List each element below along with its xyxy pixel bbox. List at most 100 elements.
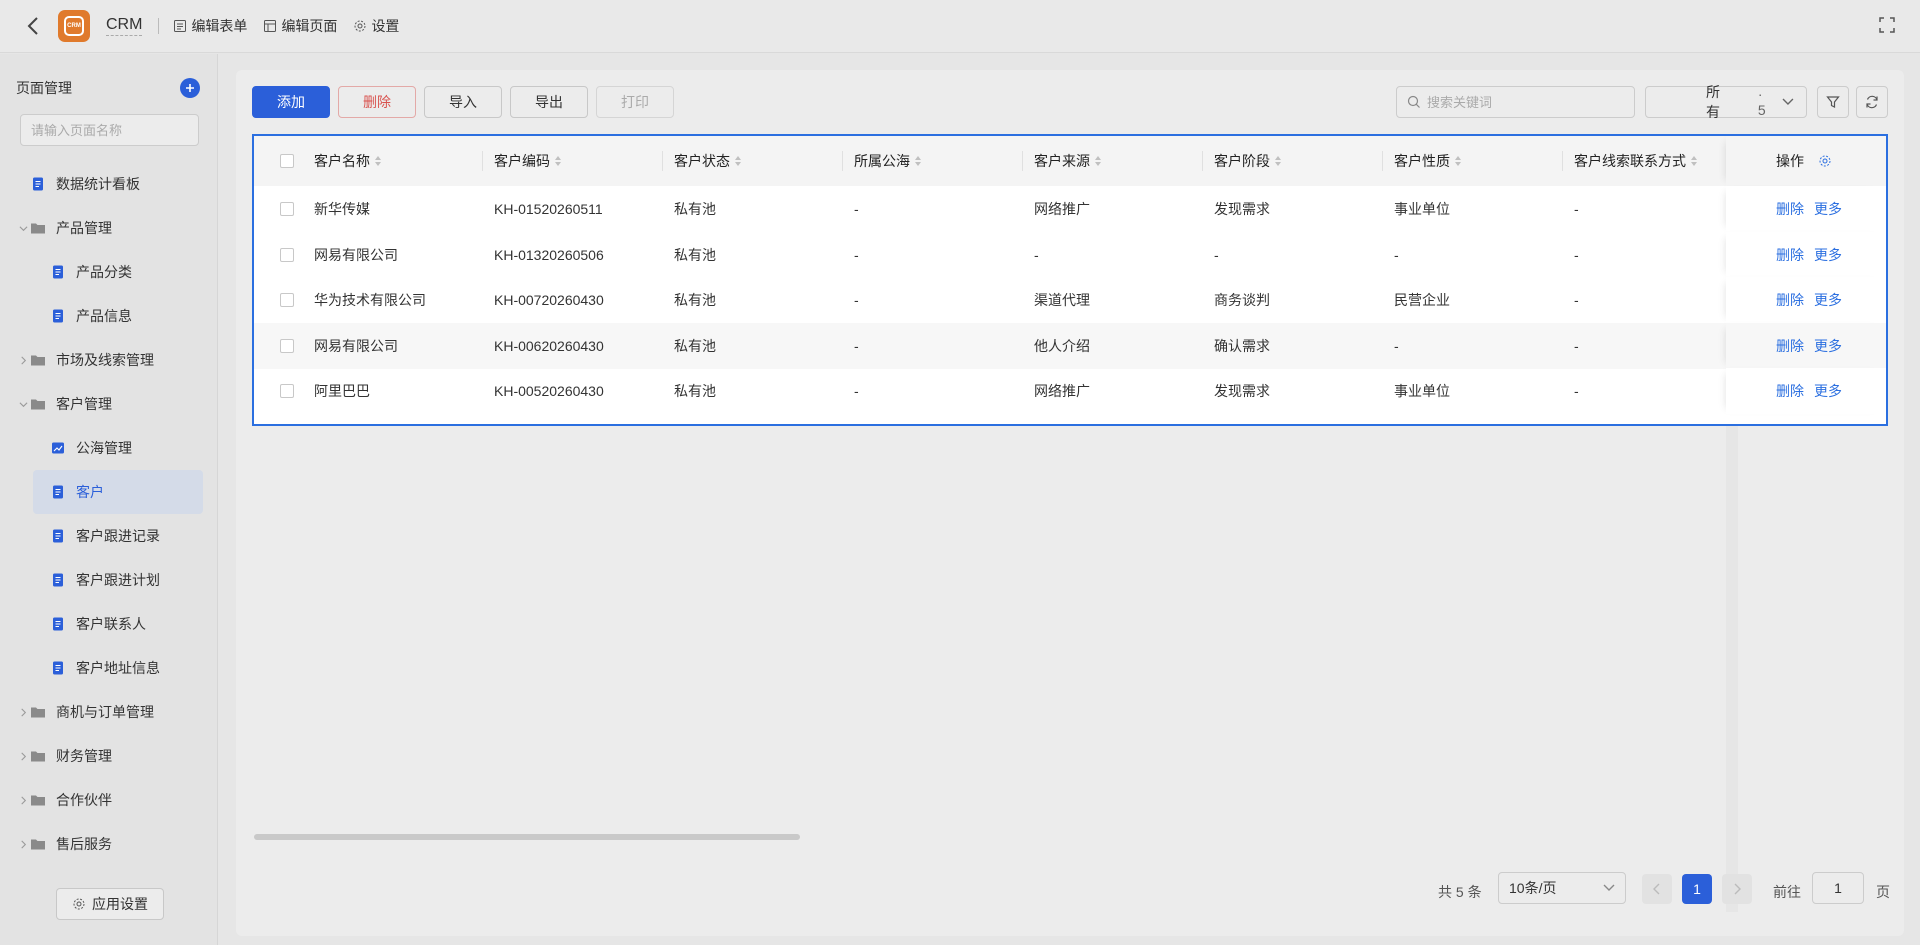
caret-right-icon[interactable] bbox=[18, 355, 28, 365]
page-search-input[interactable] bbox=[31, 122, 207, 138]
row-checkbox[interactable] bbox=[280, 202, 294, 216]
sidebar-folder[interactable]: 市场及线索管理 bbox=[0, 338, 218, 382]
sort-icon[interactable] bbox=[375, 156, 381, 166]
row-more-link[interactable]: 更多 bbox=[1814, 199, 1842, 219]
sidebar-folder[interactable]: 售后服务 bbox=[0, 822, 218, 866]
row-more-link[interactable]: 更多 bbox=[1814, 290, 1842, 310]
page-1-button[interactable]: 1 bbox=[1682, 874, 1712, 904]
back-button[interactable] bbox=[18, 11, 48, 41]
table-row[interactable]: 网易有限公司 KH-01320260506 私有池 - - - - - 删除 更多 bbox=[254, 231, 1886, 278]
sidebar-item[interactable]: 客户跟进计划 bbox=[0, 558, 218, 602]
goto-page-input[interactable] bbox=[1812, 872, 1864, 904]
app-name[interactable]: CRM bbox=[106, 16, 143, 36]
sidebar-item[interactable]: 客户地址信息 bbox=[0, 646, 218, 690]
row-checkbox[interactable] bbox=[280, 293, 294, 307]
table-row[interactable]: 新华传媒 KH-01520260511 私有池 - 网络推广 发现需求 事业单位 - 删除 更多 bbox=[254, 186, 1886, 232]
column-header[interactable]: 客户线索联系方式 bbox=[1574, 136, 1697, 186]
sort-icon[interactable] bbox=[555, 156, 561, 166]
column-header[interactable]: 客户名称 bbox=[314, 136, 381, 186]
caret-right-icon[interactable] bbox=[18, 795, 28, 805]
settings-link[interactable]: 设置 bbox=[353, 16, 399, 36]
row-delete-link[interactable]: 删除 bbox=[1776, 336, 1804, 356]
edit-page-link[interactable]: 编辑页面 bbox=[263, 16, 337, 36]
caret-down-icon[interactable] bbox=[18, 223, 28, 233]
column-header[interactable]: 客户性质 bbox=[1394, 136, 1461, 186]
print-button[interactable]: 打印 bbox=[596, 86, 674, 118]
caret-right-icon[interactable] bbox=[18, 751, 28, 761]
sidebar-item[interactable]: 客户 bbox=[33, 470, 203, 514]
app-settings-button[interactable]: 应用设置 bbox=[56, 888, 164, 920]
table-cell: 发现需求 bbox=[1214, 368, 1270, 414]
column-header[interactable]: 客户来源 bbox=[1034, 136, 1101, 186]
row-more-link[interactable]: 更多 bbox=[1814, 245, 1842, 265]
column-divider bbox=[1022, 151, 1023, 171]
caret-right-icon[interactable] bbox=[18, 707, 28, 717]
gear-icon[interactable] bbox=[1818, 154, 1832, 168]
caret-right-icon[interactable] bbox=[18, 839, 28, 849]
row-delete-link[interactable]: 删除 bbox=[1776, 381, 1804, 401]
sidebar-folder[interactable]: 财务管理 bbox=[0, 734, 218, 778]
column-header-label: 客户状态 bbox=[674, 153, 730, 169]
sidebar-folder[interactable]: 产品管理 bbox=[0, 206, 218, 250]
sidebar-item[interactable]: 公海管理 bbox=[0, 426, 218, 470]
edit-form-link[interactable]: 编辑表单 bbox=[173, 16, 247, 36]
row-delete-link[interactable]: 删除 bbox=[1776, 245, 1804, 265]
next-page-button[interactable] bbox=[1722, 874, 1752, 904]
scope-select[interactable]: 所有 · 5 bbox=[1645, 84, 1807, 120]
caret-down-icon[interactable] bbox=[18, 399, 28, 409]
table-cell: - bbox=[1034, 232, 1039, 278]
sort-icon[interactable] bbox=[1275, 156, 1281, 166]
sidebar-item[interactable]: 客户联系人 bbox=[0, 602, 218, 646]
table-cell: 事业单位 bbox=[1394, 186, 1450, 232]
select-all-checkbox[interactable] bbox=[280, 154, 294, 168]
row-delete-link[interactable]: 删除 bbox=[1776, 199, 1804, 219]
sidebar-item[interactable]: 产品分类 bbox=[0, 250, 218, 294]
sort-icon[interactable] bbox=[915, 156, 921, 166]
sidebar-item[interactable]: 客户跟进记录 bbox=[0, 514, 218, 558]
sort-icon[interactable] bbox=[1455, 156, 1461, 166]
keyword-search-box bbox=[1396, 86, 1635, 118]
column-header[interactable]: 客户状态 bbox=[674, 136, 741, 186]
sort-icon[interactable] bbox=[1691, 156, 1697, 166]
sort-icon[interactable] bbox=[1095, 156, 1101, 166]
sidebar-item[interactable]: 数据统计看板 bbox=[0, 162, 218, 206]
row-checkbox[interactable] bbox=[280, 338, 294, 353]
column-header-label: 客户线索联系方式 bbox=[1574, 153, 1686, 169]
table-row[interactable]: 华为技术有限公司 KH-00720260430 私有池 - 渠道代理 商务谈判 民营企业 - 删… bbox=[254, 277, 1886, 323]
sidebar-folder[interactable]: 合作伙伴 bbox=[0, 778, 218, 822]
row-delete-link[interactable]: 删除 bbox=[1776, 290, 1804, 310]
table-row[interactable]: 网易有限公司 KH-00620260430 私有池 - 他人介绍 确认需求 - - 删除 更多 bbox=[254, 322, 1886, 369]
page-size-select[interactable]: 10条/页 bbox=[1498, 872, 1626, 904]
row-checkbox[interactable] bbox=[280, 247, 294, 262]
refresh-button[interactable] bbox=[1856, 86, 1888, 118]
column-header[interactable]: 所属公海 bbox=[854, 136, 921, 186]
gear-icon bbox=[354, 20, 366, 32]
export-button[interactable]: 导出 bbox=[510, 86, 588, 118]
row-checkbox[interactable] bbox=[280, 384, 294, 398]
scope-count-value: 5 bbox=[1757, 102, 1766, 118]
delete-button[interactable]: 删除 bbox=[338, 86, 416, 118]
column-header[interactable]: 客户编码 bbox=[494, 136, 561, 186]
add-button[interactable]: 添加 bbox=[252, 86, 330, 118]
filter-button[interactable] bbox=[1817, 86, 1849, 118]
column-header[interactable]: 客户阶段 bbox=[1214, 136, 1281, 186]
column-header-label: 客户阶段 bbox=[1214, 153, 1270, 169]
table-cell-text: - bbox=[854, 246, 859, 263]
fullscreen-button[interactable] bbox=[1878, 16, 1898, 36]
add-page-button[interactable] bbox=[180, 78, 200, 98]
table-cell-text: - bbox=[1574, 246, 1579, 263]
sidebar-item[interactable]: 产品信息 bbox=[0, 294, 218, 338]
import-button[interactable]: 导入 bbox=[424, 86, 502, 118]
keyword-search-input[interactable] bbox=[1427, 94, 1624, 110]
operations-header-label: 操作 bbox=[1776, 153, 1804, 169]
sort-icon[interactable] bbox=[735, 156, 741, 166]
row-more-link[interactable]: 更多 bbox=[1814, 336, 1842, 356]
table-cell-text: 私有池 bbox=[674, 292, 716, 308]
table-row[interactable]: 阿里巴巴 KH-00520260430 私有池 - 网络推广 发现需求 事业单位 - 删除 更多 bbox=[254, 368, 1886, 414]
horizontal-scrollbar[interactable] bbox=[254, 834, 800, 840]
prev-page-button[interactable] bbox=[1642, 874, 1672, 904]
sidebar-folder[interactable]: 商机与订单管理 bbox=[0, 690, 218, 734]
sidebar-folder[interactable]: 客户管理 bbox=[0, 382, 218, 426]
row-operations: 删除 更多 bbox=[1726, 368, 1886, 414]
row-more-link[interactable]: 更多 bbox=[1814, 381, 1842, 401]
